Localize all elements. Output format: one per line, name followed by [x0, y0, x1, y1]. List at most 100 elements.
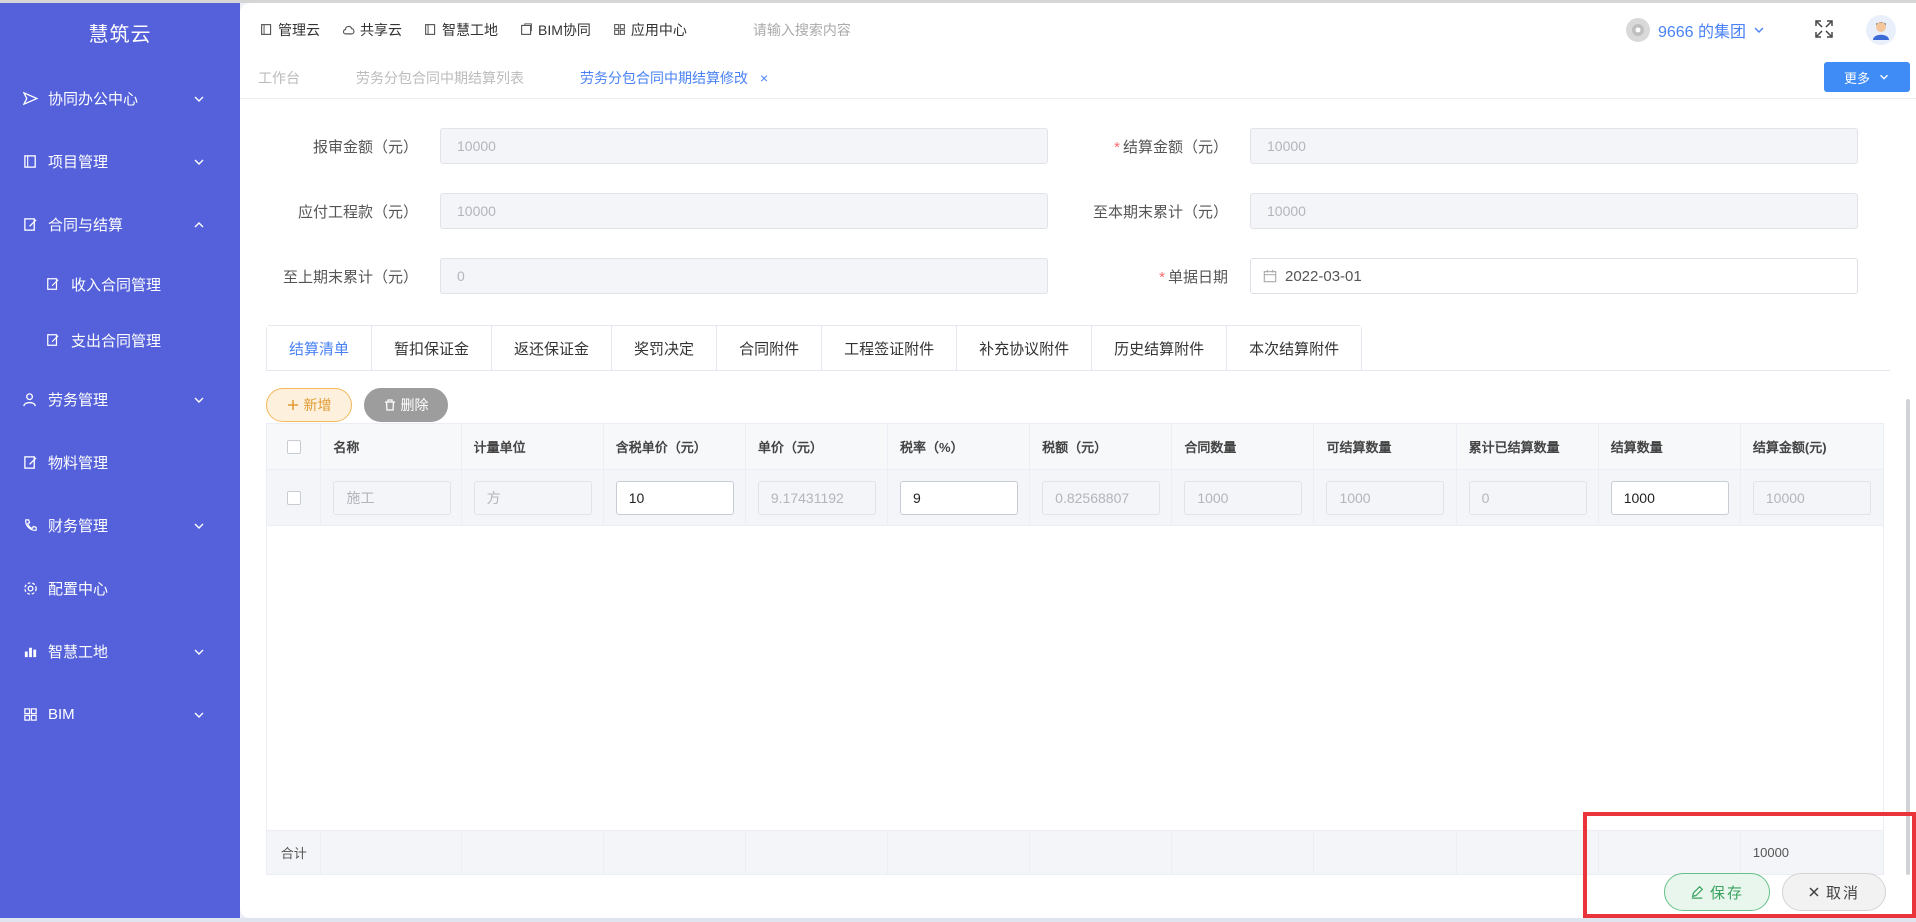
chevron-down-icon	[194, 523, 204, 529]
more-button-label: 更多	[1843, 70, 1870, 86]
payable-field[interactable]	[440, 193, 1048, 229]
doc-date-field[interactable]: 2022-03-01	[1250, 258, 1858, 294]
avatar[interactable]	[1866, 15, 1896, 45]
doc-date-label: * 单据日期	[1050, 266, 1250, 287]
tab-settlement-edit[interactable]: 劳务分包合同中期结算修改 ×	[580, 68, 768, 88]
tab-returned-deposit[interactable]: 返还保证金	[492, 326, 613, 371]
delete-button[interactable]: 删除	[364, 388, 448, 422]
sidebar-item-bim[interactable]: BIM	[0, 683, 240, 746]
cell-settleable-qty	[1314, 470, 1457, 525]
tab-settlement-list-detail[interactable]: 结算清单	[267, 326, 373, 371]
tax-inclusive-price-input[interactable]	[615, 480, 734, 515]
close-icon[interactable]: ×	[760, 70, 768, 86]
footer-cell	[1314, 831, 1457, 874]
sidebar-item-material[interactable]: 物料管理	[0, 431, 240, 494]
col-header: 税率（%）	[888, 424, 1031, 469]
required-mark: *	[1114, 138, 1120, 156]
add-button[interactable]: 新增	[266, 388, 352, 422]
search-input[interactable]	[752, 22, 1013, 38]
select-all-checkbox[interactable]	[286, 439, 301, 454]
col-header: 名称	[321, 424, 462, 469]
send-icon	[22, 91, 38, 107]
unit-input[interactable]	[473, 480, 592, 515]
sidebar-item-expense-contract[interactable]: 支出合同管理	[0, 312, 240, 368]
cell-unit-price	[746, 470, 889, 525]
nav-link-bim[interactable]: BIM协同	[520, 20, 591, 40]
name-input[interactable]	[333, 480, 452, 515]
cell-tax-rate	[888, 470, 1031, 525]
tab-withheld-deposit[interactable]: 暂扣保证金	[372, 326, 493, 371]
tab-supplement-attachments[interactable]: 补充协议附件	[957, 326, 1093, 371]
org-selector[interactable]: 9666 的集团	[1625, 18, 1766, 42]
footer-cell	[746, 831, 889, 874]
row-checkbox[interactable]	[286, 490, 301, 505]
contract-qty-input[interactable]	[1184, 480, 1303, 515]
vertical-scrollbar[interactable]	[1906, 399, 1910, 875]
tab-visa-attachments[interactable]: 工程签证附件	[822, 326, 958, 371]
tax-amount-input[interactable]	[1042, 480, 1161, 515]
tab-contract-attachments[interactable]: 合同附件	[717, 326, 823, 371]
tab-current-attachments[interactable]: 本次结算附件	[1227, 326, 1362, 371]
nav-link-shared-cloud[interactable]: 共享云	[342, 20, 402, 40]
phone-icon	[22, 518, 38, 534]
sidebar-item-finance[interactable]: 财务管理	[0, 494, 240, 557]
nav-link-app-center[interactable]: 应用中心	[613, 20, 687, 40]
user-icon	[22, 392, 38, 408]
file-icon	[520, 23, 534, 37]
footer-cell	[604, 831, 746, 874]
fullscreen-icon[interactable]	[1814, 19, 1836, 41]
form-row-cumulative-current: 至本期末累计（元）	[1050, 191, 1858, 231]
nav-link-smart-site[interactable]: 智慧工地	[424, 20, 498, 40]
nav-link-management-cloud[interactable]: 管理云	[260, 20, 320, 40]
tab-settlement-list[interactable]: 劳务分包合同中期结算列表	[356, 68, 524, 88]
cancel-button[interactable]: 取消	[1782, 873, 1886, 911]
sidebar-item-income-contract[interactable]: 收入合同管理	[0, 256, 240, 312]
cumulative-prev-field[interactable]	[440, 258, 1048, 294]
edit-icon	[22, 217, 38, 233]
sidebar-item-labor[interactable]: 劳务管理	[0, 368, 240, 431]
book-icon	[424, 23, 438, 37]
cell-settled-qty	[1457, 470, 1599, 525]
tab-workbench[interactable]: 工作台	[258, 68, 300, 88]
sidebar-item-label: BIM	[48, 706, 75, 723]
top-nav: 管理云 共享云 智慧工地 BIM协同 应用中心 9	[240, 3, 1916, 57]
more-button[interactable]: 更多	[1824, 62, 1910, 92]
org-logo-icon	[1625, 18, 1650, 42]
cloud-icon	[342, 23, 356, 37]
table-footer: 合计 10000	[267, 830, 1883, 874]
settle-amount-field[interactable]	[1250, 128, 1858, 164]
edit-icon	[46, 277, 61, 292]
footer-cell	[1030, 831, 1173, 874]
close-icon	[1809, 887, 1819, 897]
sidebar-item-label: 财务管理	[48, 518, 109, 535]
cumulative-current-label: 至本期末累计（元）	[1092, 203, 1228, 221]
sidebar-item-label: 配置中心	[48, 581, 109, 598]
sidebar-item-collab-office[interactable]: 协同办公中心	[0, 67, 240, 130]
chevron-down-icon	[194, 397, 204, 403]
settle-amount-input[interactable]	[1752, 480, 1871, 515]
nav-link-label: 管理云	[278, 22, 320, 38]
col-header: 合同数量	[1172, 424, 1315, 469]
settle-qty-input[interactable]	[1610, 480, 1729, 515]
save-button[interactable]: 保存	[1664, 873, 1770, 911]
sidebar-item-label: 智慧工地	[48, 644, 109, 661]
row-checkbox-cell	[267, 470, 322, 525]
sidebar-item-smart-site[interactable]: 智慧工地	[0, 620, 240, 683]
tab-history-attachments[interactable]: 历史结算附件	[1092, 326, 1228, 371]
unit-price-input[interactable]	[757, 480, 876, 515]
sidebar-item-contract-settlement[interactable]: 合同与结算	[0, 193, 240, 256]
cumulative-current-field[interactable]	[1250, 193, 1858, 229]
tab-rewards-penalties[interactable]: 奖罚决定	[612, 326, 718, 371]
table-row	[267, 470, 1883, 526]
sidebar-item-config[interactable]: 配置中心	[0, 557, 240, 620]
report-amount-field[interactable]	[440, 128, 1048, 164]
chevron-down-icon	[1754, 27, 1764, 33]
settled-qty-input[interactable]	[1468, 480, 1587, 515]
form-row-payable: 应付工程款（元）	[240, 191, 1048, 231]
sidebar-item-project[interactable]: 项目管理	[0, 130, 240, 193]
footer-cell	[462, 831, 604, 874]
sidebar-item-label: 项目管理	[48, 154, 109, 171]
tax-rate-input[interactable]	[900, 480, 1019, 515]
settleable-qty-input[interactable]	[1326, 480, 1445, 515]
sidebar-item-label: 劳务管理	[48, 392, 109, 409]
